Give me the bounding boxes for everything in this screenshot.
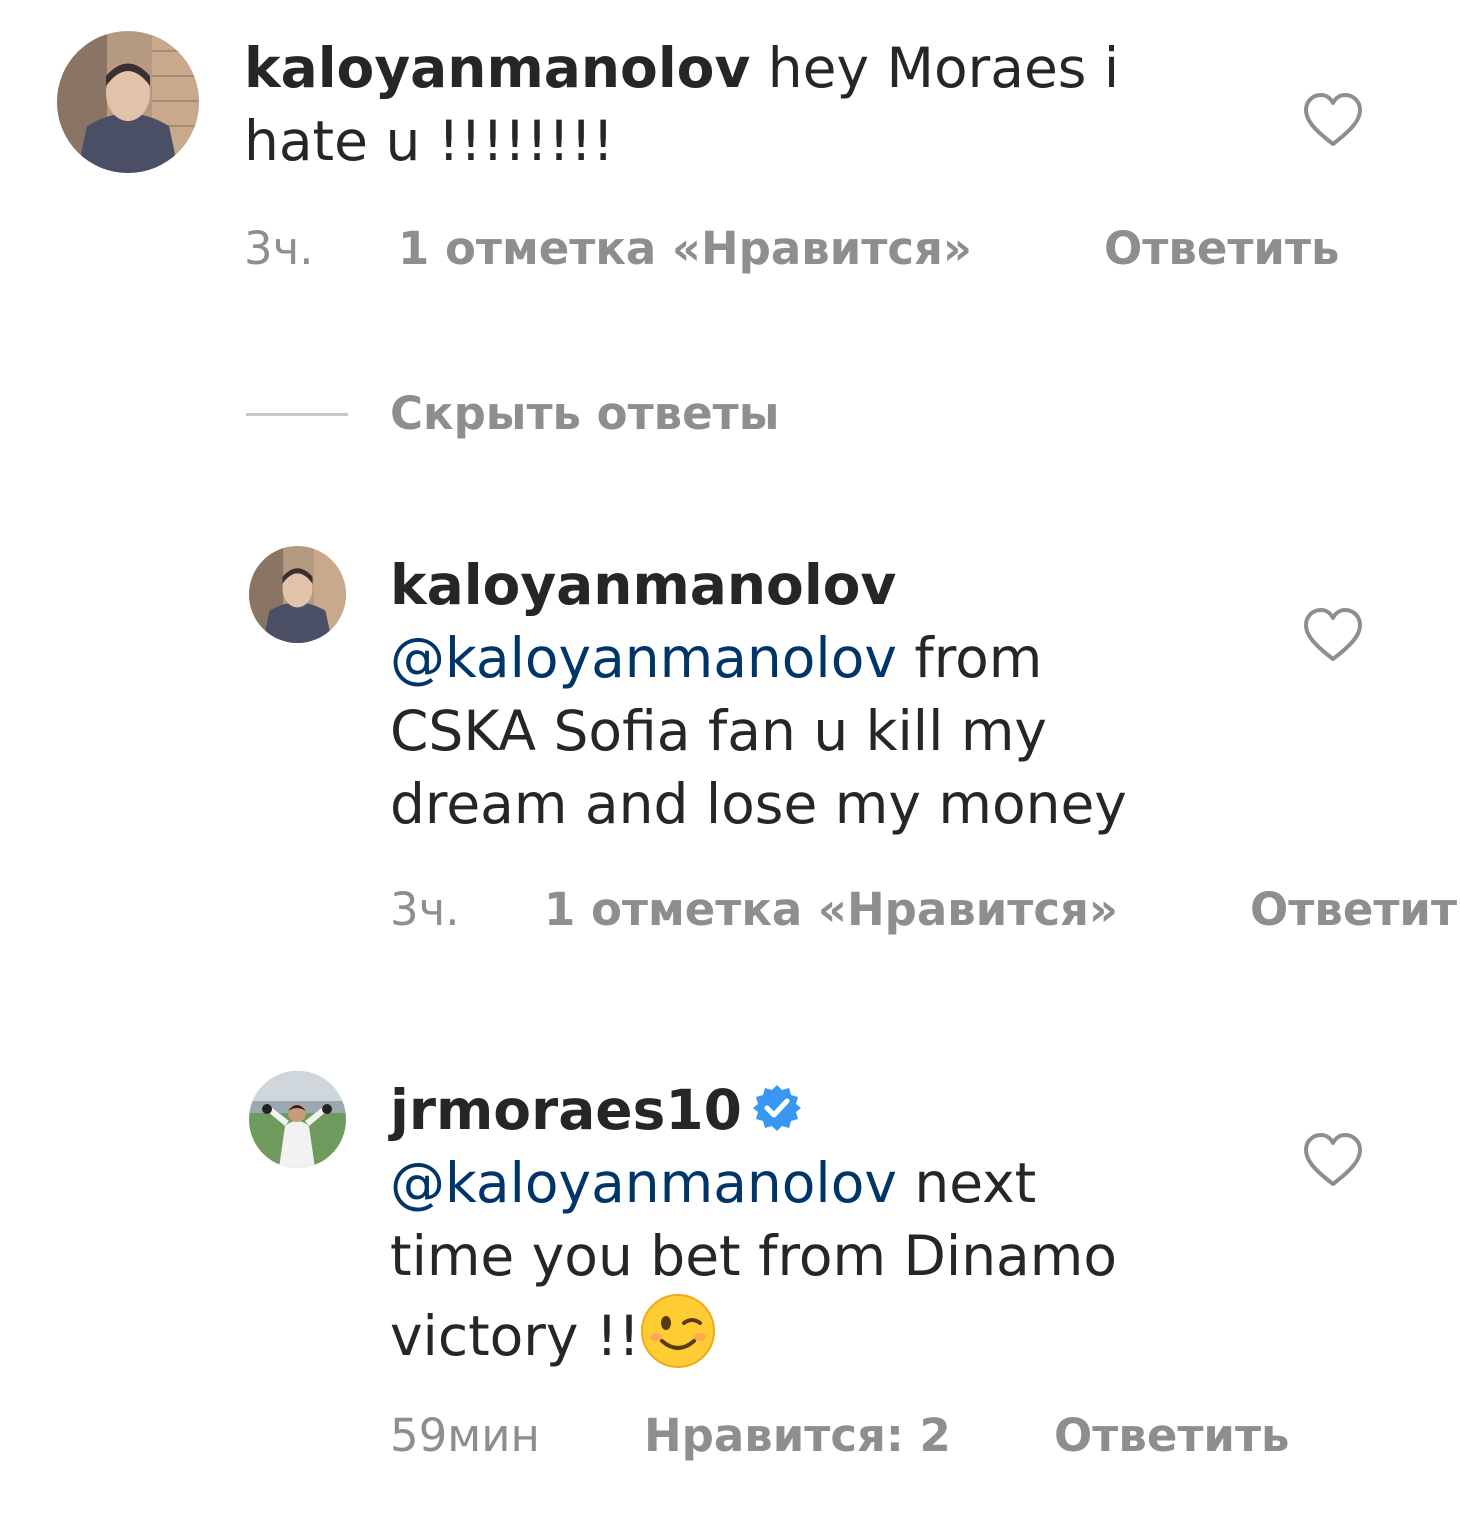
reply-time: 59мин <box>390 1409 540 1462</box>
comment-text: kaloyanmanolov hey Moraes i hate u !!!!!… <box>244 32 1244 178</box>
reply-likes-count[interactable]: 1 отметка «Нравится» <box>544 882 1118 938</box>
reply-text: kaloyanmanolov @kaloyanmanolov from CSKA… <box>390 549 1290 841</box>
hide-replies-label[interactable]: Скрыть ответы <box>390 386 779 442</box>
reply-text: jrmoraes10 @kaloyanmanolov next time you… <box>390 1074 1290 1373</box>
reply-meta: 59мин Нравится: 2 Ответить <box>390 1408 1390 1464</box>
mention-link[interactable]: @kaloyanmanolov <box>390 1151 897 1215</box>
like-heart-icon[interactable] <box>1302 607 1364 663</box>
reply-button[interactable]: Ответить <box>1054 1408 1289 1464</box>
reply-username[interactable]: jrmoraes10 <box>390 1078 742 1142</box>
reply-meta: 3ч. 1 отметка «Нравится» Ответить <box>390 882 1460 938</box>
reply-body-line2: time you bet from Dinamo <box>390 1224 1117 1288</box>
reply-body-line2: CSKA Sofia fan u kill my <box>390 699 1047 763</box>
reply-button[interactable]: Ответить <box>1104 221 1339 277</box>
reply-body: from <box>896 626 1043 690</box>
comment-likes-count[interactable]: 1 отметка «Нравится» <box>398 221 972 277</box>
comment-username[interactable]: kaloyanmanolov <box>244 36 750 100</box>
avatar-photo <box>57 31 199 173</box>
like-heart-icon[interactable] <box>1302 1132 1364 1188</box>
divider <box>246 413 348 416</box>
reply-likes-count[interactable]: Нравится: 2 <box>644 1408 951 1464</box>
winking-face-icon <box>640 1293 716 1369</box>
like-heart-icon[interactable] <box>1302 92 1364 148</box>
avatar-photo <box>249 1071 346 1168</box>
comment-time: 3ч. <box>244 222 314 275</box>
reply-button[interactable]: Ответить <box>1250 882 1460 938</box>
comment-meta: 3ч. 1 отметка «Нравится» Ответить <box>244 221 1444 277</box>
comment-body-line2: hate u !!!!!!!! <box>244 109 615 173</box>
reply-username[interactable]: kaloyanmanolov <box>390 553 896 617</box>
reply-time: 3ч. <box>390 883 460 936</box>
comment-body: hey Moraes i <box>750 36 1120 100</box>
avatar[interactable] <box>249 1071 346 1168</box>
reply-body-line3: dream and lose my money <box>390 772 1127 836</box>
reply-body-line3: victory !! <box>390 1304 641 1368</box>
avatar[interactable] <box>57 31 199 173</box>
reply-body: next <box>896 1151 1037 1215</box>
verified-badge-icon <box>752 1078 802 1131</box>
avatar[interactable] <box>249 546 346 643</box>
mention-link[interactable]: @kaloyanmanolov <box>390 626 897 690</box>
avatar-photo <box>249 546 346 643</box>
